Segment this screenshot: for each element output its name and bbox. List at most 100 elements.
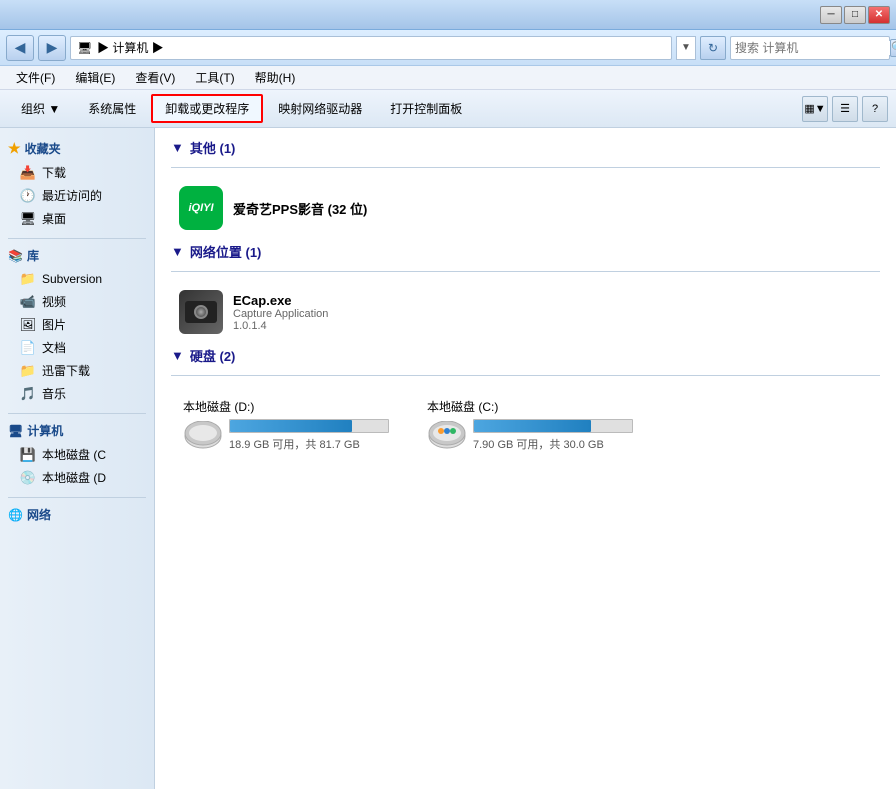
toolbar-right: ▦▼ ☰ ? (802, 96, 888, 122)
harddisk-section: ▼ 硬盘 (2) 本地磁盘 (D:) (171, 346, 880, 460)
other-divider (171, 167, 880, 168)
computer-icon: 🖥 (77, 40, 93, 56)
minimize-button[interactable]: ─ (820, 6, 842, 24)
favorites-header[interactable]: ★ 收藏夹 (0, 136, 154, 161)
view-button[interactable]: ▦▼ (802, 96, 828, 122)
system-properties-button[interactable]: 系统属性 (75, 95, 149, 122)
menu-tools[interactable]: 工具(T) (187, 67, 242, 88)
control-panel-button[interactable]: 打开控制面板 (377, 95, 475, 122)
sidebar-item-music[interactable]: 🎵 音乐 (0, 382, 154, 405)
music-label: 音乐 (42, 385, 66, 402)
search-box[interactable]: 🔍 (730, 36, 890, 60)
menu-edit[interactable]: 编辑(E) (67, 67, 123, 88)
menu-help[interactable]: 帮助(H) (247, 67, 304, 88)
computer-header[interactable]: 🖥 计算机 (0, 418, 154, 443)
pictures-label: 图片 (42, 316, 66, 333)
sidebar-item-recent[interactable]: 🕐 最近访问的 (0, 184, 154, 207)
sidebar-item-desktop[interactable]: 🖥 桌面 (0, 207, 154, 230)
disk-d-item[interactable]: 本地磁盘 (D:) 18.9 GB 可用，共 81.7 GB (179, 394, 393, 456)
disk-d-bar-inner (230, 420, 352, 432)
camera-icon (179, 290, 223, 334)
netloc-section-header[interactable]: ▼ 网络位置 (1) (171, 242, 880, 261)
sidebar-item-ddrive[interactable]: 💿 本地磁盘 (D (0, 466, 154, 489)
other-section: ▼ 其他 (1) iQIYI 爱奇艺PPS影音 (32 位) (171, 138, 880, 234)
ecap-sub1: Capture Application (233, 308, 872, 320)
map-network-button[interactable]: 映射网络驱动器 (265, 95, 375, 122)
ddrive-label: 本地磁盘 (D (42, 469, 106, 486)
help-button[interactable]: ? (862, 96, 888, 122)
title-bar-buttons: ─ □ ✕ (820, 6, 890, 24)
organize-button[interactable]: 组织 ▼ (8, 95, 73, 122)
sidebar-item-download[interactable]: 📥 下载 (0, 161, 154, 184)
back-button[interactable]: ◀ (6, 35, 34, 61)
disk-d-right: 18.9 GB 可用，共 81.7 GB (229, 419, 389, 452)
network-section: 🌐 网络 (0, 502, 154, 527)
title-bar: ─ □ ✕ (0, 0, 896, 30)
refresh-button[interactable]: ↻ (700, 36, 726, 60)
camera-lens (194, 305, 208, 319)
maximize-button[interactable]: □ (844, 6, 866, 24)
disk-c-right: 7.90 GB 可用，共 30.0 GB (473, 419, 633, 452)
address-dropdown[interactable]: ▼ (676, 36, 696, 60)
disk-c-item[interactable]: 本地磁盘 (C:) (423, 394, 637, 456)
sidebar-item-thunder[interactable]: 📁 迅雷下载 (0, 359, 154, 382)
search-button[interactable]: 🔍 (890, 39, 896, 57)
address-bar: ◀ ▶ 🖥 ▶ 计算机 ▶ ▼ ↻ 🔍 (0, 30, 896, 66)
disk-d-row: 18.9 GB 可用，共 81.7 GB (183, 419, 389, 452)
harddisk-section-header[interactable]: ▼ 硬盘 (2) (171, 346, 880, 365)
disk-d-name: 本地磁盘 (D:) (183, 398, 254, 415)
disk-d-bar-outer (229, 419, 389, 433)
forward-button[interactable]: ▶ (38, 35, 66, 61)
search-input[interactable] (735, 41, 890, 55)
network-label: 网络 (27, 506, 51, 523)
video-label: 视频 (42, 293, 66, 310)
disk-container: 本地磁盘 (D:) 18.9 GB 可用，共 81.7 GB (171, 390, 880, 460)
menu-file[interactable]: 文件(F) (8, 67, 63, 88)
details-button[interactable]: ☰ (832, 96, 858, 122)
address-path: ▶ 计算机 ▶ (97, 39, 164, 56)
camera-body (185, 301, 217, 323)
uninstall-button[interactable]: 卸载或更改程序 (151, 94, 263, 123)
library-header[interactable]: 📚 库 (0, 243, 154, 268)
thunder-label: 迅雷下载 (42, 362, 90, 379)
menu-view[interactable]: 查看(V) (127, 67, 183, 88)
computer-section: 🖥 计算机 💾 本地磁盘 (C 💿 本地磁盘 (D (0, 418, 154, 489)
ecap-sub2: 1.0.1.4 (233, 320, 872, 332)
network-location-section: ▼ 网络位置 (1) ECap.exe Capture Application … (171, 242, 880, 338)
library-icon: 📚 (8, 249, 23, 263)
subversion-icon: 📁 (20, 271, 36, 287)
sidebar-item-subversion[interactable]: 📁 Subversion (0, 268, 154, 290)
music-icon: 🎵 (20, 386, 36, 402)
sidebar-item-cdrive[interactable]: 💾 本地磁盘 (C (0, 443, 154, 466)
sidebar: ★ 收藏夹 📥 下载 🕐 最近访问的 🖥 桌面 📚 库 (0, 128, 155, 789)
pictures-icon: 🖼 (20, 317, 36, 333)
disk-d-icon (183, 421, 223, 451)
ecap-name: ECap.exe (233, 293, 872, 308)
recent-label: 最近访问的 (42, 187, 102, 204)
content-area: ▼ 其他 (1) iQIYI 爱奇艺PPS影音 (32 位) ▼ 网络位置 (1… (155, 128, 896, 789)
star-icon: ★ (8, 140, 21, 157)
network-header[interactable]: 🌐 网络 (0, 502, 154, 527)
ecap-item[interactable]: ECap.exe Capture Application 1.0.1.4 (171, 286, 880, 338)
subversion-label: Subversion (42, 272, 102, 286)
other-section-header[interactable]: ▼ 其他 (1) (171, 138, 880, 157)
other-collapse-arrow: ▼ (171, 140, 184, 155)
disk-d-info: 18.9 GB 可用，共 81.7 GB (229, 436, 389, 452)
harddisk-divider (171, 375, 880, 376)
netloc-section-title: 网络位置 (1) (190, 242, 262, 261)
iqiyi-item[interactable]: iQIYI 爱奇艺PPS影音 (32 位) (171, 182, 880, 234)
sidebar-item-video[interactable]: 📹 视频 (0, 290, 154, 313)
favorites-label: 收藏夹 (25, 140, 61, 157)
library-section: 📚 库 📁 Subversion 📹 视频 🖼 图片 📄 文档 📁 迅雷 (0, 243, 154, 405)
desktop-label: 桌面 (42, 210, 66, 227)
computer-label: 计算机 (27, 422, 63, 439)
sidebar-item-documents[interactable]: 📄 文档 (0, 336, 154, 359)
ddrive-icon: 💿 (20, 470, 36, 486)
disk-c-name: 本地磁盘 (C:) (427, 398, 498, 415)
netloc-divider (171, 271, 880, 272)
close-button[interactable]: ✕ (868, 6, 890, 24)
address-input[interactable]: 🖥 ▶ 计算机 ▶ (70, 36, 672, 60)
harddisk-collapse-arrow: ▼ (171, 348, 184, 363)
divider-2 (8, 413, 146, 414)
sidebar-item-pictures[interactable]: 🖼 图片 (0, 313, 154, 336)
